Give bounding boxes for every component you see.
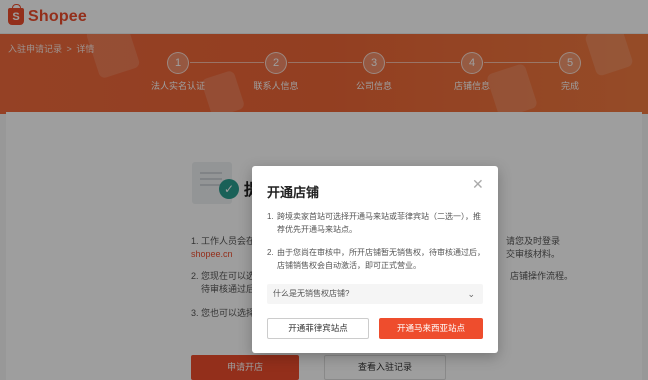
open-philippines-button[interactable]: 开通菲律宾站点 <box>267 318 369 339</box>
open-malaysia-button[interactable]: 开通马来西亚站点 <box>379 318 483 339</box>
note-number: 1. <box>267 212 274 221</box>
note-number: 2. <box>267 248 274 257</box>
faq-label: 什么是无销售权店铺? <box>273 289 350 298</box>
dialog-title: 开通店铺 <box>267 185 320 200</box>
note-2: 2. 由于您尚在审核中，所开店铺暂无销售权，待审核通过后，店铺销售权会自动激活，… <box>267 246 485 272</box>
faq-dropdown[interactable]: 什么是无销售权店铺? ⌄ <box>267 284 483 304</box>
open-store-dialog: 开通店铺 ✕ 1. 跨境卖家首站可选择开通马来站或菲律宾站（二选一），推荐优先开… <box>252 166 498 353</box>
chevron-down-icon: ⌄ <box>467 289 475 299</box>
note-1: 1. 跨境卖家首站可选择开通马来站或菲律宾站（二选一），推荐优先开通马来站点。 <box>267 210 485 236</box>
close-icon[interactable]: ✕ <box>472 176 484 193</box>
note-text: 由于您尚在审核中，所开店铺暂无销售权，待审核通过后，店铺销售权会自动激活，即可正… <box>277 248 485 270</box>
note-text: 跨境卖家首站可选择开通马来站或菲律宾站（二选一），推荐优先开通马来站点。 <box>277 212 481 234</box>
